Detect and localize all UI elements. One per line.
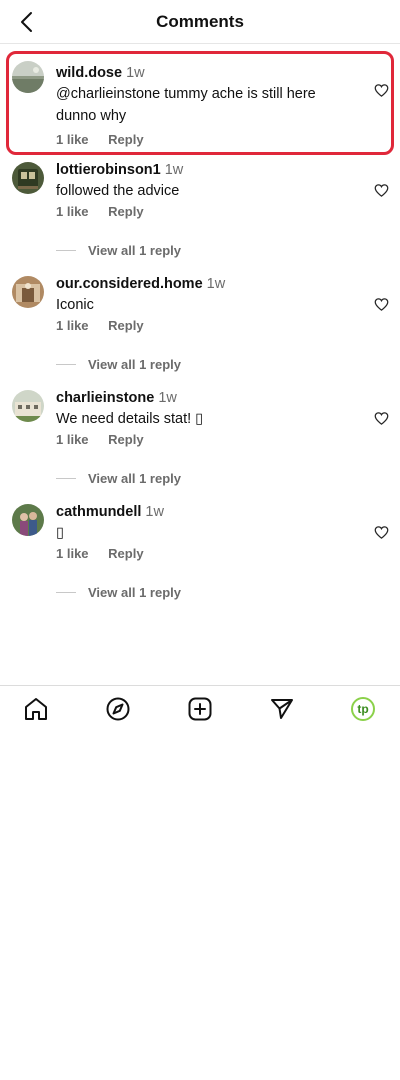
messages-tab[interactable] [269,696,295,722]
avatar[interactable] [12,276,44,308]
comment-item: lottierobinson1 1w followed the advice 1 … [0,160,400,274]
like-count[interactable]: 1 like [56,546,89,561]
reply-button[interactable]: Reply [108,318,143,333]
heart-icon[interactable] [374,411,389,426]
view-replies-label: View all 1 reply [88,357,181,372]
like-count[interactable]: 1 like [56,318,89,333]
view-replies-button[interactable]: View all 1 reply [56,357,181,372]
comment-body: charlieinstone 1w We need details stat! ▯… [56,389,360,447]
comment-username[interactable]: lottierobinson1 [56,162,161,178]
like-count[interactable]: 1 like [56,432,89,447]
reply-button[interactable]: Reply [108,132,143,147]
home-tab[interactable] [23,696,49,722]
comment-header: wild.dose 1w [56,64,360,82]
comment-text: Iconic [56,297,94,313]
page-title: Comments [156,12,244,31]
view-replies-label: View all 1 reply [88,243,181,258]
comment-meta: 1 like Reply [56,318,360,333]
comment-username[interactable]: our.considered.home [56,276,203,292]
comment-meta: 1 like Reply [56,204,360,219]
direct-send-icon [271,699,293,719]
comment-time: 1w [126,65,145,81]
comment-meta: 1 like Reply [56,432,360,447]
comment-meta: 1 like Reply [56,546,360,561]
profile-avatar: tp [351,697,375,721]
comment-time: 1w [206,276,226,292]
avatar[interactable] [12,61,44,93]
view-replies-label: View all 1 reply [88,471,181,486]
comment-list: wild.dose 1w @charlieinstone tummy ache i… [0,44,400,616]
reply-divider [56,592,76,593]
comment-username[interactable]: charlieinstone [56,390,154,406]
bottom-tab-bar: tp [0,685,400,731]
header-bar: Comments [0,0,400,44]
comment-body: cathmundell 1w ▯ 1 like Reply [56,503,360,561]
reply-button[interactable]: Reply [108,546,143,561]
comment-text: ▯ [56,525,64,541]
avatar[interactable] [12,504,44,536]
comment-time: 1w [158,390,177,406]
view-replies-label: View all 1 reply [88,585,181,600]
comment-item: cathmundell 1w ▯ 1 like Reply View all 1 … [0,502,400,616]
heart-icon[interactable] [374,297,389,312]
comment-body: lottierobinson1 1w followed the advice 1 … [56,161,360,219]
reply-button[interactable]: Reply [108,432,143,447]
comment-body: wild.dose 1w @charlieinstone tummy ache i… [56,64,360,147]
reply-button[interactable]: Reply [108,204,143,219]
profile-tab[interactable]: tp [351,696,377,722]
view-replies-button[interactable]: View all 1 reply [56,585,181,600]
comment-meta: 1 like Reply [56,132,360,147]
comment-item: wild.dose 1w @charlieinstone tummy ache i… [0,44,400,160]
avatar[interactable] [12,390,44,422]
reply-divider [56,250,76,251]
create-plus-icon [188,697,212,721]
view-replies-button[interactable]: View all 1 reply [56,243,181,258]
comment-time: 1w [145,504,164,520]
heart-icon[interactable] [374,525,389,540]
comment-time: 1w [164,162,184,178]
comment-body: our.considered.home 1w Iconic 1 like Repl… [56,275,360,333]
comment-item: our.considered.home 1w Iconic 1 like Repl… [0,274,400,388]
comment-text: followed the advice [56,183,180,199]
comment-text: @charlieinstone tummy ache is still here… [56,86,316,124]
avatar[interactable] [12,162,44,194]
reply-divider [56,364,76,365]
comment-header: cathmundell 1w [56,503,360,521]
comment-header: lottierobinson1 1w [56,161,360,179]
comment-username[interactable]: wild.dose [56,65,122,81]
like-count[interactable]: 1 like [56,204,89,219]
view-replies-button[interactable]: View all 1 reply [56,471,181,486]
comment-header: charlieinstone 1w [56,389,360,407]
like-count[interactable]: 1 like [56,132,89,147]
heart-icon[interactable] [374,83,389,98]
explore-tab[interactable] [105,696,131,722]
comment-header: our.considered.home 1w [56,275,360,293]
explore-compass-icon [106,697,130,721]
comment-username[interactable]: cathmundell [56,504,141,520]
comment-text: We need details stat! ▯ [56,411,204,427]
heart-icon[interactable] [374,183,389,198]
home-icon [25,698,47,720]
comment-item: charlieinstone 1w We need details stat! ▯… [0,388,400,502]
create-tab[interactable] [187,696,213,722]
reply-divider [56,478,76,479]
